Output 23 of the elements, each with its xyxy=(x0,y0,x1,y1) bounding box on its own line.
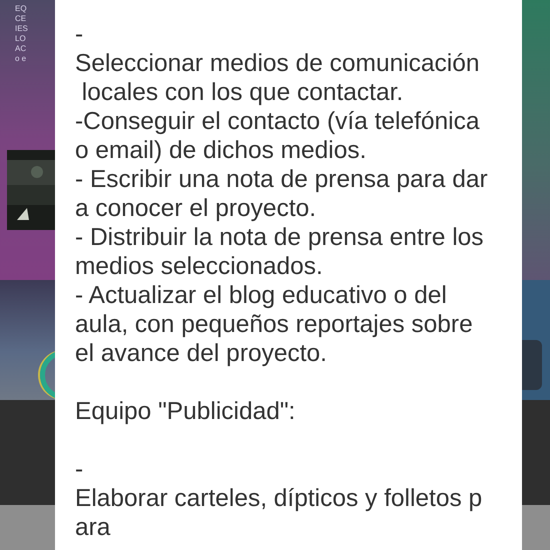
dialog-text: -Conseguir el contacto (vía telefónica xyxy=(75,107,480,136)
dialog-text: Seleccionar medios de comunicación xyxy=(75,49,480,78)
dialog-text: o email) de dichos medios. xyxy=(75,136,368,165)
dialog-text: - xyxy=(75,20,84,49)
background-text: EQ xyxy=(15,4,28,14)
dialog-text: - xyxy=(75,455,84,484)
dialog-text: Equipo "Publicidad": xyxy=(75,397,296,426)
dialog-text: locales con los que contactar. xyxy=(80,78,404,107)
dialog-text: ara xyxy=(75,513,112,542)
dialog-text: medios seleccionados. xyxy=(75,252,324,281)
background-text: IES xyxy=(15,24,29,34)
dialog-text: - Escribir una nota de prensa para dar xyxy=(75,165,489,194)
side-button[interactable] xyxy=(522,340,542,390)
background-text: LO xyxy=(15,34,27,44)
dialog-text: Elaborar carteles, dípticos y folletos p xyxy=(75,484,484,513)
background-text: AC xyxy=(15,44,28,54)
dialog-text: - Actualizar el blog educativo o del xyxy=(75,281,448,310)
dialog-text: aula, con pequeños reportajes sobre xyxy=(75,310,474,339)
dialog-text: - Distribuir la nota de prensa entre los xyxy=(75,223,485,252)
dialog-text: el avance del proyecto. xyxy=(75,339,328,368)
background-text: CE xyxy=(15,14,28,24)
dialog-text: a conocer el proyecto. xyxy=(75,194,318,223)
background-text: o e xyxy=(15,54,28,64)
